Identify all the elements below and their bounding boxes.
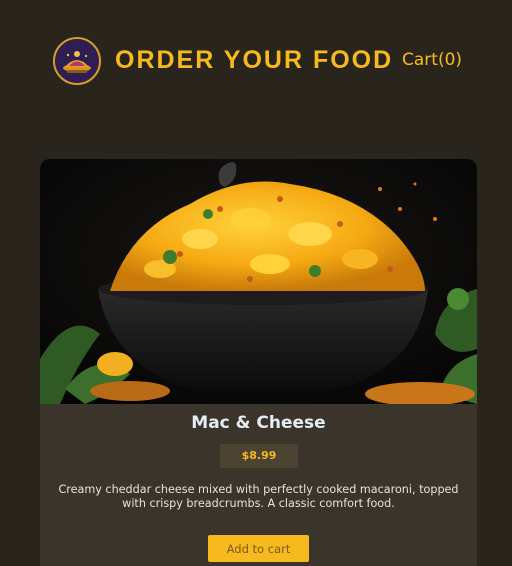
item-description: Creamy cheddar cheese mixed with perfect…: [58, 483, 459, 510]
header: ORDER YOUR FOOD Cart(0): [0, 34, 512, 90]
logo-graphic: [55, 39, 99, 83]
page-title: ORDER YOUR FOOD: [115, 46, 394, 74]
item-name: Mac & Cheese: [191, 413, 326, 433]
price-badge: $8.99: [220, 444, 298, 468]
mac-and-cheese-photo: [40, 159, 477, 404]
page: ORDER YOUR FOOD Cart(0) Mac & Cheese $8.…: [0, 0, 512, 566]
menu-item-card: Mac & Cheese $8.99 Creamy cheddar cheese…: [40, 159, 477, 566]
cart-link[interactable]: Cart(0): [402, 50, 462, 70]
restaurant-logo-icon[interactable]: [53, 37, 101, 85]
add-to-cart-button[interactable]: Add to cart: [208, 535, 309, 562]
